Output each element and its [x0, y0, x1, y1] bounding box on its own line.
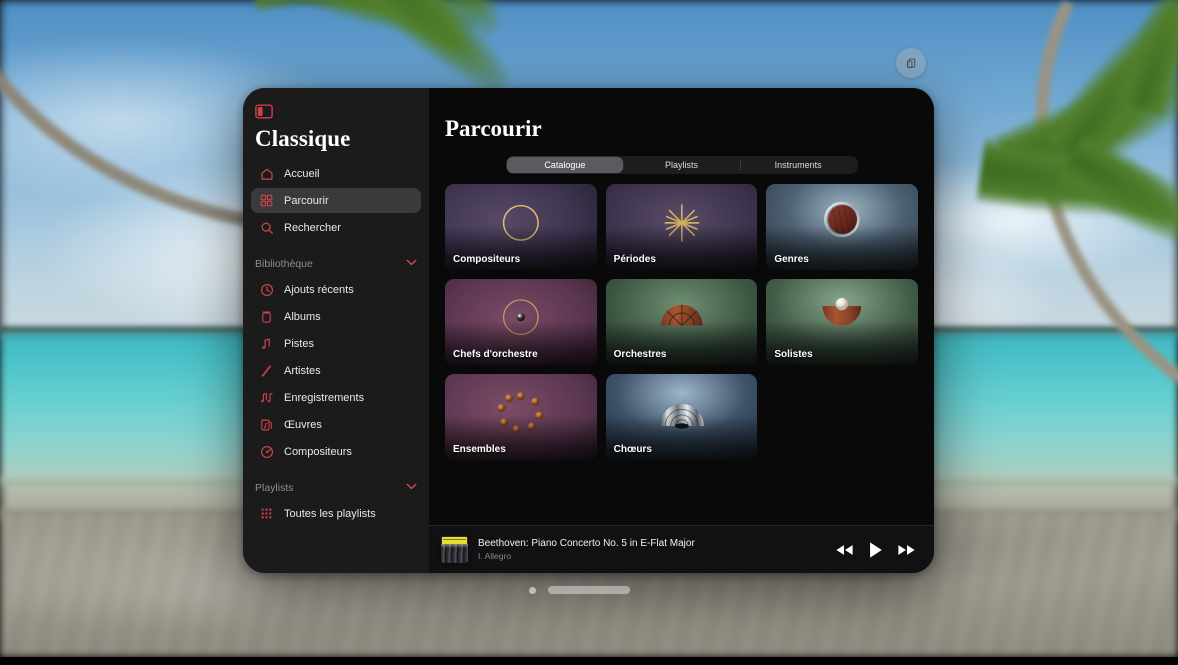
window-resize-handle[interactable] — [548, 586, 630, 594]
sidebar-library-nav: Ajouts récents Albums Pistes Artistes En… — [243, 277, 429, 466]
now-playing-info[interactable]: Beethoven: Piano Concerto No. 5 in E-Fla… — [478, 538, 825, 561]
tab-instruments[interactable]: Instruments — [739, 157, 857, 173]
album-photo — [441, 544, 468, 563]
card-compositeurs[interactable]: Compositeurs — [445, 184, 597, 270]
sidebar-item-label: Compositeurs — [284, 445, 352, 458]
next-button[interactable] — [897, 543, 916, 557]
sidebar-toggle-button[interactable] — [255, 104, 273, 119]
screen-bottom-bar — [0, 657, 1178, 665]
segmented-control: Catalogue Playlists Instruments — [505, 156, 858, 174]
card-label: Compositeurs — [453, 254, 521, 265]
card-label: Ensembles — [453, 444, 506, 455]
page-title: Parcourir — [445, 116, 542, 141]
sidebar-section-playlists-header[interactable]: Playlists — [243, 475, 429, 501]
tab-label: Playlists — [665, 160, 699, 170]
previous-button[interactable] — [835, 543, 854, 557]
sidebar-section-title: Bibliothèque — [255, 258, 313, 270]
card-label: Chefs d'orchestre — [453, 349, 538, 360]
card-label: Solistes — [774, 349, 813, 360]
search-icon — [259, 220, 274, 235]
chevron-down-icon — [406, 259, 417, 269]
main-content: Parcourir Catalogue Playlists Instrument… — [429, 88, 934, 573]
tab-label: Instruments — [774, 160, 822, 170]
play-icon — [870, 541, 882, 558]
sidebar-item-parcourir[interactable]: Parcourir — [251, 188, 421, 213]
sidebar-item-label: Artistes — [284, 364, 321, 377]
album-label-band — [442, 537, 467, 544]
app-title: Classique — [255, 126, 351, 151]
album-icon — [259, 309, 274, 324]
card-solistes[interactable]: Solistes — [766, 279, 918, 365]
tab-playlists[interactable]: Playlists — [623, 157, 740, 173]
sidebar: Classique Accueil Parcourir Rechercher B… — [243, 88, 429, 573]
player-bar: Beethoven: Piano Concerto No. 5 in E-Fla… — [429, 525, 934, 573]
works-icon — [259, 417, 274, 432]
card-label: Genres — [774, 254, 809, 265]
sidebar-item-label: Rechercher — [284, 221, 341, 234]
sidebar-item-rechercher[interactable]: Rechercher — [251, 215, 421, 240]
play-button[interactable] — [868, 541, 883, 559]
browse-card-grid: Compositeurs Périodes Genres Chefs d'orc… — [445, 184, 918, 460]
card-label: Chœurs — [613, 444, 652, 455]
card-chefs-dorchestre[interactable]: Chefs d'orchestre — [445, 279, 597, 365]
share-button[interactable] — [896, 48, 926, 78]
sidebar-item-label: Parcourir — [284, 194, 329, 207]
card-label: Orchestres — [613, 349, 667, 360]
sidebar-toggle-icon — [255, 104, 273, 119]
rewind-icon — [836, 544, 853, 555]
chevron-down-icon — [406, 483, 417, 493]
sidebar-primary-nav: Accueil Parcourir Rechercher — [243, 161, 429, 242]
sidebar-item-albums[interactable]: Albums — [251, 304, 421, 329]
browse-scroll-area: Parcourir Catalogue Playlists Instrument… — [429, 88, 934, 525]
sidebar-item-compositeurs[interactable]: Compositeurs — [251, 439, 421, 464]
playback-controls — [835, 541, 916, 559]
note-icon — [259, 336, 274, 351]
card-orchestres[interactable]: Orchestres — [605, 279, 758, 365]
sidebar-playlists-nav: Toutes les playlists — [243, 501, 429, 528]
sidebar-item-label: Pistes — [284, 337, 314, 350]
sidebar-item-accueil[interactable]: Accueil — [251, 161, 421, 186]
card-ensembles[interactable]: Ensembles — [445, 374, 597, 460]
album-artwork[interactable] — [441, 536, 468, 563]
sidebar-item-label: Albums — [284, 310, 321, 323]
sidebar-item-label: Accueil — [284, 167, 320, 180]
screen: Classique Accueil Parcourir Rechercher B… — [0, 0, 1178, 665]
share-rectangle-icon — [906, 58, 915, 68]
track-title: Beethoven: Piano Concerto No. 5 in E-Fla… — [478, 538, 695, 549]
card-choeurs[interactable]: Chœurs — [605, 374, 758, 460]
sidebar-item-oeuvres[interactable]: Œuvres — [251, 412, 421, 437]
clock-icon — [259, 282, 274, 297]
tab-label: Catalogue — [544, 160, 586, 170]
app-window: Classique Accueil Parcourir Rechercher B… — [243, 88, 934, 573]
sidebar-item-label: Ajouts récents — [284, 283, 354, 296]
sidebar-section-title: Playlists — [255, 482, 294, 494]
sidebar-item-artistes[interactable]: Artistes — [251, 358, 421, 383]
double-note-icon — [259, 390, 274, 405]
home-icon — [259, 166, 274, 181]
card-label: Périodes — [613, 254, 656, 265]
sidebar-item-label: Enregistrements — [284, 391, 365, 404]
sidebar-item-pistes[interactable]: Pistes — [251, 331, 421, 356]
tab-catalogue[interactable]: Catalogue — [506, 157, 624, 173]
playlist-grid-icon — [259, 506, 274, 521]
card-grid-empty-slot — [766, 374, 918, 460]
artist-icon — [259, 363, 274, 378]
sidebar-item-toutes-les-playlists[interactable]: Toutes les playlists — [251, 501, 421, 526]
card-genres[interactable]: Genres — [766, 184, 918, 270]
sidebar-item-label: Œuvres — [284, 418, 322, 431]
composer-icon — [259, 444, 274, 459]
fast-forward-icon — [898, 544, 915, 555]
sidebar-item-ajouts-recents[interactable]: Ajouts récents — [251, 277, 421, 302]
card-periodes[interactable]: Périodes — [605, 184, 758, 270]
sidebar-section-library-header[interactable]: Bibliothèque — [243, 251, 429, 277]
sidebar-item-enregistrements[interactable]: Enregistrements — [251, 385, 421, 410]
grid-icon — [259, 193, 274, 208]
window-recenter-dot[interactable] — [529, 587, 536, 594]
track-subtitle: I. Allegro — [478, 551, 512, 561]
sidebar-item-label: Toutes les playlists — [284, 507, 376, 520]
